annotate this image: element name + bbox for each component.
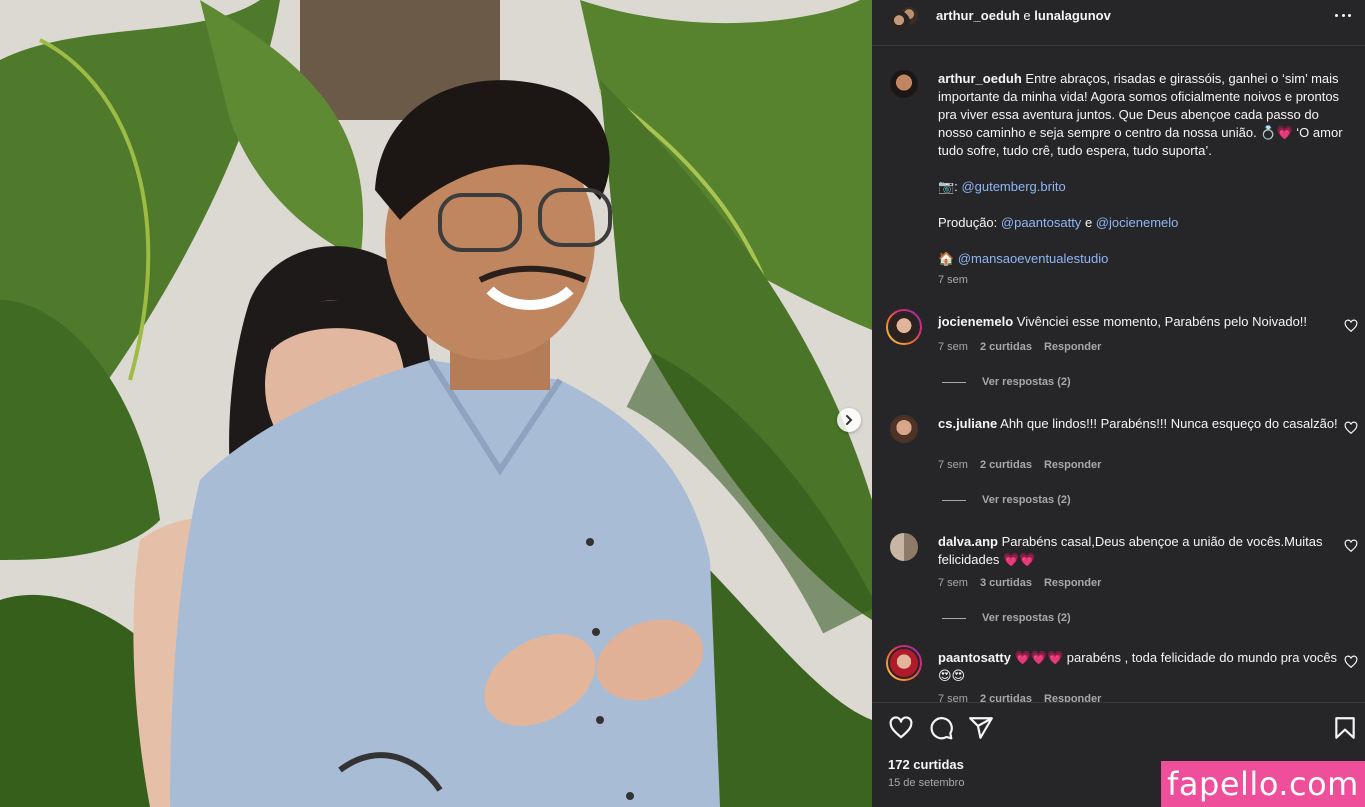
comments-scroll[interactable]: arthur_oeduh Entre abraços, risadas e gi… [872,47,1365,702]
heart-icon[interactable] [1344,319,1358,333]
reply-button[interactable]: Responder [1044,577,1101,589]
caption-time[interactable]: 7 sem [938,274,968,286]
comment-likes[interactable]: 2 curtidas [980,693,1032,702]
photo-credit-prefix: 📷: [938,179,958,194]
chevron-right-icon [846,415,853,425]
heart-icon[interactable] [888,715,914,741]
comment-time[interactable]: 7 sem [938,577,968,589]
comment-body: jocienemelo Vivênciei esse momento, Para… [938,313,1338,331]
comment-time[interactable]: 7 sem [938,341,968,353]
view-replies-button[interactable]: Ver respostas (2) [942,494,1071,506]
comment-body: dalva.anp Parabéns casal,Deus abençoe a … [938,533,1338,569]
heart-icon[interactable] [1344,655,1358,669]
watermark: fapello.com [1161,761,1365,807]
comment-username[interactable]: jocienemelo [938,314,1013,329]
mention-link[interactable]: @paantosatty [1001,215,1081,230]
comment-likes[interactable]: 2 curtidas [980,341,1032,353]
reply-button[interactable]: Responder [1044,341,1101,353]
comment-meta: 7 sem 2 curtidas Responder [938,341,1113,353]
more-icon[interactable] [1332,6,1354,24]
comment-likes[interactable]: 2 curtidas [980,459,1032,471]
share-icon[interactable] [968,715,994,741]
comment-username[interactable]: cs.juliane [938,416,997,431]
photo-illustration [0,0,872,807]
collab-avatars[interactable] [888,5,922,35]
author-link[interactable]: lunalagunov [1034,8,1111,23]
avatar[interactable] [886,309,922,345]
bookmark-icon[interactable] [1332,715,1358,741]
heart-icon[interactable] [1344,421,1358,435]
heart-icon[interactable] [1344,539,1358,553]
avatar[interactable] [888,68,920,100]
comment-meta: 7 sem 3 curtidas Responder [938,577,1113,589]
comment-meta: 7 sem 2 curtidas Responder [938,459,1113,471]
production-conjunction: e [1084,215,1093,230]
comment-text: Ahh que lindos!!! Parabéns!!! Nunca esqu… [1000,416,1338,431]
view-replies-button[interactable]: Ver respostas (2) [942,612,1071,624]
comment-username[interactable]: paantosatty [938,650,1011,665]
avatar[interactable] [886,645,922,681]
comment-body: paantosatty 💗💗💗 parabéns , toda felicida… [938,649,1338,685]
next-photo-button[interactable] [837,408,861,432]
authors-conjunction: e [1023,8,1031,23]
comment-icon[interactable] [928,715,954,741]
reply-button[interactable]: Responder [1044,693,1101,702]
post-side-panel: arthur_oeduh e lunalagunov arthur_oeduh … [872,0,1365,807]
reply-button[interactable]: Responder [1044,459,1101,471]
mention-link[interactable]: @jocienemelo [1096,215,1179,230]
comment-time[interactable]: 7 sem [938,459,968,471]
post-date[interactable]: 15 de setembro [888,777,964,789]
avatar[interactable] [888,11,910,33]
comment-meta: 7 sem 2 curtidas Responder [938,693,1113,702]
mention-link[interactable]: @gutemberg.brito [961,179,1065,194]
avatar[interactable] [888,413,920,445]
comment-likes[interactable]: 3 curtidas [980,577,1032,589]
post-authors: arthur_oeduh e lunalagunov [936,8,1111,23]
post-caption: arthur_oeduh Entre abraços, risadas e gi… [938,70,1348,268]
author-link[interactable]: arthur_oeduh [936,8,1020,23]
view-replies-button[interactable]: Ver respostas (2) [942,376,1071,388]
post-photo[interactable] [0,0,872,807]
comment-text: Vivênciei esse momento, Parabéns pelo No… [1016,314,1308,329]
comment-time[interactable]: 7 sem [938,693,968,702]
production-label: Produção: [938,215,998,230]
like-count[interactable]: 172 curtidas [888,757,964,772]
avatar[interactable] [888,531,920,563]
comment-body: cs.juliane Ahh que lindos!!! Parabéns!!!… [938,415,1338,433]
caption-username[interactable]: arthur_oeduh [938,71,1022,86]
venue-prefix: 🏠 [938,251,955,266]
mention-link[interactable]: @mansaoeventualestudio [958,251,1109,266]
comment-username[interactable]: dalva.anp [938,534,998,549]
post-header: arthur_oeduh e lunalagunov [872,0,1365,46]
